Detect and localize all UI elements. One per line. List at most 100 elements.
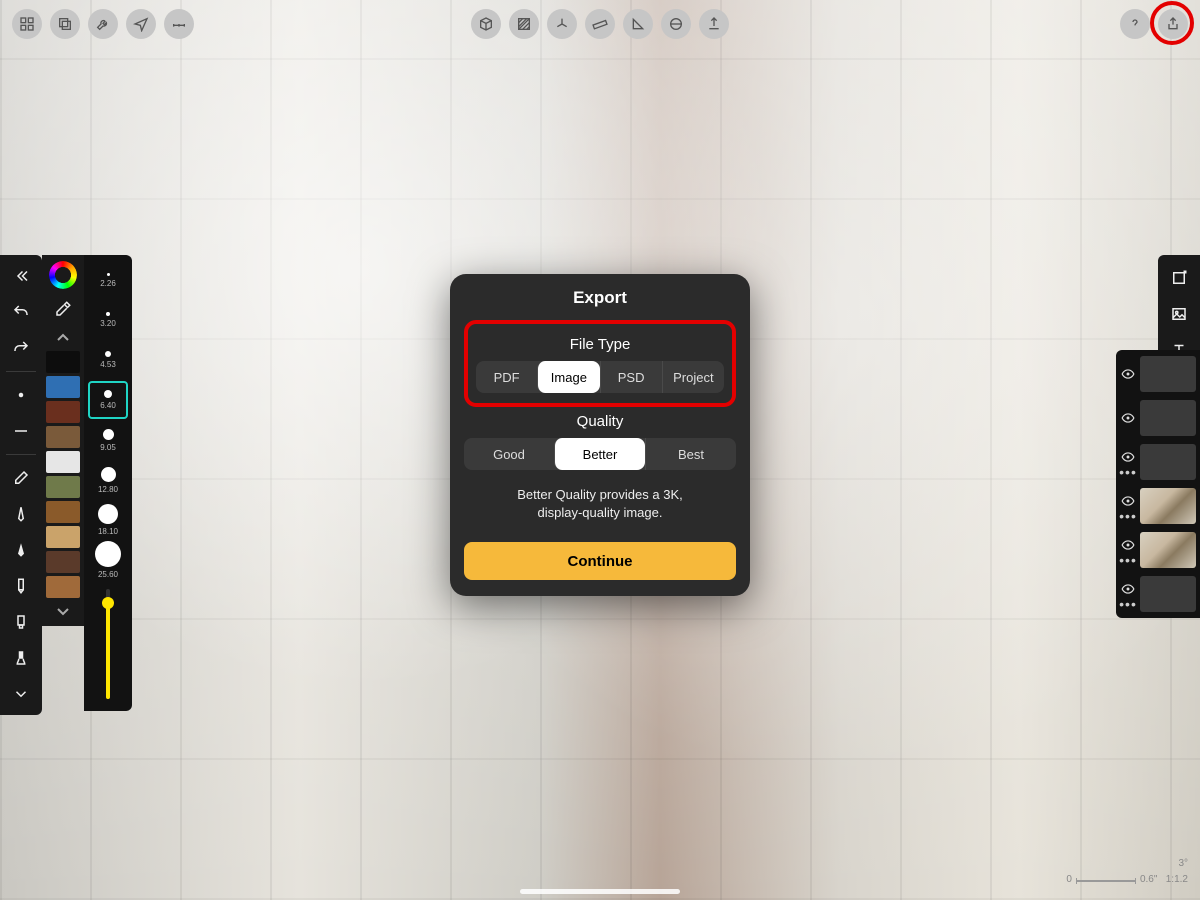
continue-button[interactable]: Continue [464,542,736,580]
color-palette-column [42,255,84,626]
layer-thumbnail [1140,444,1196,480]
layer-visibility-icon[interactable] [1121,367,1135,381]
color-swatch-1[interactable] [46,376,80,398]
grid-icon[interactable] [12,9,42,39]
brush-size-3.20[interactable]: 3.20 [88,301,128,339]
layer-visibility-icon[interactable] [1121,450,1135,464]
hatch-icon[interactable] [509,9,539,39]
pen-bold-icon[interactable] [6,535,36,565]
image-icon[interactable] [1164,299,1194,329]
brush-size-18.10[interactable]: 18.10 [88,501,128,539]
brush-size-9.05[interactable]: 9.05 [88,421,128,459]
layer-row-5[interactable]: ••• [1120,574,1196,614]
layer-visibility-icon[interactable] [1121,582,1135,596]
highlight-file-type: File Type PDFImagePSDProject [464,320,736,407]
color-swatch-7[interactable] [46,526,80,548]
color-swatch-5[interactable] [46,476,80,498]
layer-options-icon[interactable]: ••• [1119,470,1137,474]
tools-expand-icon[interactable] [6,679,36,709]
color-wheel-icon[interactable] [49,261,77,289]
marker-icon[interactable] [6,571,36,601]
filetype-label: File Type [476,336,724,353]
collapse-icon[interactable] [6,261,36,291]
color-swatch-4[interactable] [46,451,80,473]
upload-icon[interactable] [699,9,729,39]
brush-size-column: 2.263.204.536.409.0512.8018.1025.60 [84,255,132,711]
palette-up-icon[interactable] [49,329,77,345]
export-modal: Export File Type PDFImagePSDProject Qual… [450,274,750,596]
layers-panel: ••• ••• ••• ••• [1116,350,1200,618]
layer-row-2[interactable]: ••• [1120,442,1196,482]
filetype-option-psd[interactable]: PSD [600,361,662,393]
measure-icon[interactable] [585,9,615,39]
quality-option-best[interactable]: Best [645,438,736,470]
angle-label: 3° [1178,858,1188,869]
color-swatch-0[interactable] [46,351,80,373]
status-readout: 3° 0 0.6" 1:1.2 [1066,856,1188,888]
brush-size-12.80[interactable]: 12.80 [88,461,128,499]
quality-description: Better Quality provides a 3K,display-qua… [472,486,728,522]
palette-down-icon[interactable] [49,604,77,620]
highlighter-icon[interactable] [6,607,36,637]
quality-segmented: GoodBetterBest [464,438,736,470]
brush-size-25.60[interactable]: 25.60 [88,541,128,579]
angle-icon[interactable] [623,9,653,39]
brush-size-6.40[interactable]: 6.40 [88,381,128,419]
wrench-icon[interactable] [88,9,118,39]
color-swatch-6[interactable] [46,501,80,523]
color-swatch-3[interactable] [46,426,80,448]
layer-row-3[interactable]: ••• [1120,486,1196,526]
layer-thumbnail [1140,356,1196,392]
layer-row-0[interactable] [1120,354,1196,394]
eyedropper-icon[interactable] [49,295,77,323]
layer-thumbnail [1140,576,1196,612]
cube-icon[interactable] [471,9,501,39]
line-tool-icon[interactable] [6,416,36,446]
pen-fine-icon[interactable] [6,499,36,529]
layer-options-icon[interactable]: ••• [1119,602,1137,606]
layer-visibility-icon[interactable] [1121,538,1135,552]
layer-thumbnail [1140,532,1196,568]
layer-thumbnail [1140,488,1196,524]
axis-icon[interactable] [547,9,577,39]
layers-icon[interactable] [50,9,80,39]
layer-options-icon[interactable]: ••• [1119,558,1137,562]
layer-add-icon[interactable] [1164,263,1194,293]
ruler-right: 0.6" [1140,874,1157,885]
filetype-option-image[interactable]: Image [537,361,599,393]
eraser-icon[interactable] [6,463,36,493]
brush-size-slider[interactable] [106,589,110,699]
brush-size-2.26[interactable]: 2.26 [88,261,128,299]
left-action-column [0,255,42,715]
top-toolbar [0,6,1200,42]
modal-title: Export [464,288,736,308]
ruler-left: 0 [1066,874,1072,885]
layer-options-icon[interactable]: ••• [1119,514,1137,518]
quality-option-good[interactable]: Good [464,438,554,470]
layer-visibility-icon[interactable] [1121,494,1135,508]
undo-icon[interactable] [6,297,36,327]
color-swatch-2[interactable] [46,401,80,423]
filetype-option-project[interactable]: Project [662,361,724,393]
filetype-option-pdf[interactable]: PDF [476,361,537,393]
level-icon[interactable] [661,9,691,39]
layer-row-1[interactable] [1120,398,1196,438]
redo-icon[interactable] [6,333,36,363]
brush-icon[interactable] [6,643,36,673]
share-icon[interactable] [1158,9,1188,39]
color-swatch-9[interactable] [46,576,80,598]
quality-label: Quality [464,413,736,430]
zoom-label: 1:1.2 [1166,874,1188,885]
help-icon[interactable] [1120,9,1150,39]
layer-thumbnail [1140,400,1196,436]
filetype-segmented: PDFImagePSDProject [476,361,724,393]
layer-row-4[interactable]: ••• [1120,530,1196,570]
brush-size-4.53[interactable]: 4.53 [88,341,128,379]
point-tool-icon[interactable] [6,380,36,410]
layer-visibility-icon[interactable] [1121,411,1135,425]
color-swatch-8[interactable] [46,551,80,573]
home-indicator [520,889,680,894]
ruler-icon[interactable] [164,9,194,39]
quality-option-better[interactable]: Better [554,438,645,470]
navigate-icon[interactable] [126,9,156,39]
